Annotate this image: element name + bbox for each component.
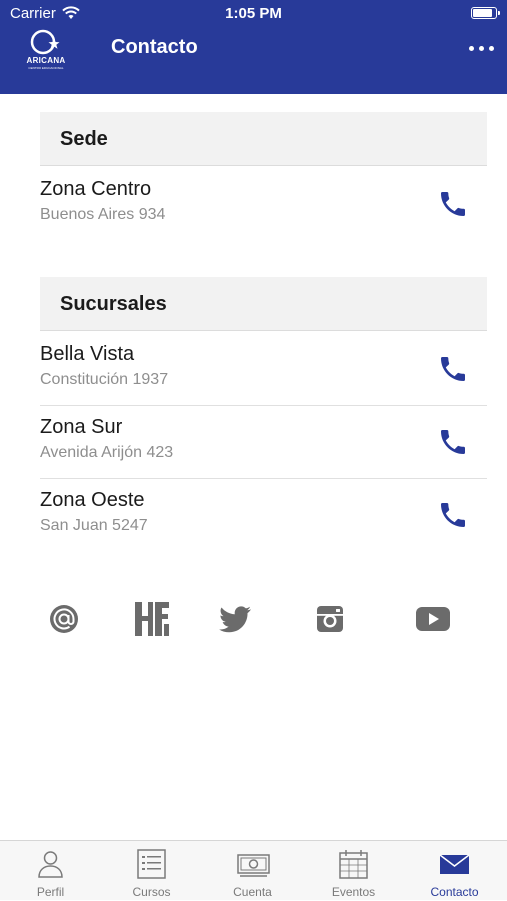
- tab-bar: Perfil Cursos Cuenta Eventos Contacto: [0, 840, 507, 900]
- app-header: Carrier 1:05 PM ARICANA CENTRO EDUCACION…: [0, 0, 507, 94]
- branch-name: Zona Centro: [40, 178, 152, 200]
- status-bar: Carrier 1:05 PM: [0, 0, 507, 28]
- battery-icon: [471, 7, 500, 19]
- hfl-icon[interactable]: [133, 600, 171, 638]
- page-title: Contacto: [111, 36, 198, 58]
- twitter-icon[interactable]: [216, 600, 254, 638]
- branch-address: Constitución 1937: [40, 371, 169, 388]
- phone-icon[interactable]: [437, 353, 469, 385]
- youtube-icon[interactable]: [414, 600, 452, 638]
- branch-address: Buenos Aires 934: [40, 206, 166, 223]
- branch-address: San Juan 5247: [40, 517, 148, 534]
- contact-row-zona-centro[interactable]: Zona Centro Buenos Aires 934: [40, 167, 487, 241]
- dot: [479, 46, 484, 51]
- instagram-icon[interactable]: [311, 600, 349, 638]
- clock: 1:05 PM: [225, 5, 282, 22]
- money-icon: [237, 854, 270, 877]
- tab-cuenta[interactable]: Cuenta: [202, 841, 303, 901]
- dot: [469, 46, 474, 51]
- tab-perfil[interactable]: Perfil: [0, 841, 101, 901]
- tab-label: Cursos: [132, 885, 171, 899]
- logo-wordmark: ARICANA: [26, 56, 66, 65]
- branch-name: Bella Vista: [40, 343, 135, 365]
- branch-name: Zona Oeste: [40, 489, 145, 511]
- branch-address: Avenida Arijón 423: [40, 444, 174, 461]
- branch-name: Zona Sur: [40, 416, 123, 438]
- tab-contacto[interactable]: Contacto: [404, 841, 505, 901]
- mail-icon: [439, 854, 470, 874]
- battery-fill: [473, 9, 492, 17]
- dot: [489, 46, 494, 51]
- section-title: Sucursales: [60, 293, 167, 315]
- more-menu-button[interactable]: [469, 44, 495, 52]
- tab-label: Perfil: [36, 885, 65, 899]
- phone-icon[interactable]: [437, 426, 469, 458]
- email-icon[interactable]: [45, 600, 83, 638]
- aricana-logo: ARICANA CENTRO EDUCACIONAL: [24, 28, 68, 72]
- section-title: Sede: [60, 128, 108, 150]
- logo-tagline: CENTRO EDUCACIONAL: [28, 66, 64, 70]
- tab-cursos[interactable]: Cursos: [101, 841, 202, 901]
- tab-label: Contacto: [430, 885, 479, 899]
- calendar-icon: [339, 850, 368, 879]
- logo-mark: [30, 29, 60, 55]
- tab-eventos[interactable]: Eventos: [303, 841, 404, 901]
- section-header-sede: Sede: [40, 112, 487, 166]
- person-icon: [38, 851, 63, 878]
- contact-row-zona-sur[interactable]: Zona Sur Avenida Arijón 423: [40, 405, 487, 479]
- contact-row-bella-vista[interactable]: Bella Vista Constitución 1937: [40, 332, 487, 406]
- section-header-sucursales: Sucursales: [40, 277, 487, 331]
- phone-icon[interactable]: [437, 499, 469, 531]
- phone-icon[interactable]: [437, 188, 469, 220]
- list-icon: [137, 849, 166, 879]
- tab-label: Cuenta: [233, 885, 272, 899]
- contact-row-zona-oeste[interactable]: Zona Oeste San Juan 5247: [40, 478, 487, 552]
- tab-label: Eventos: [331, 885, 376, 899]
